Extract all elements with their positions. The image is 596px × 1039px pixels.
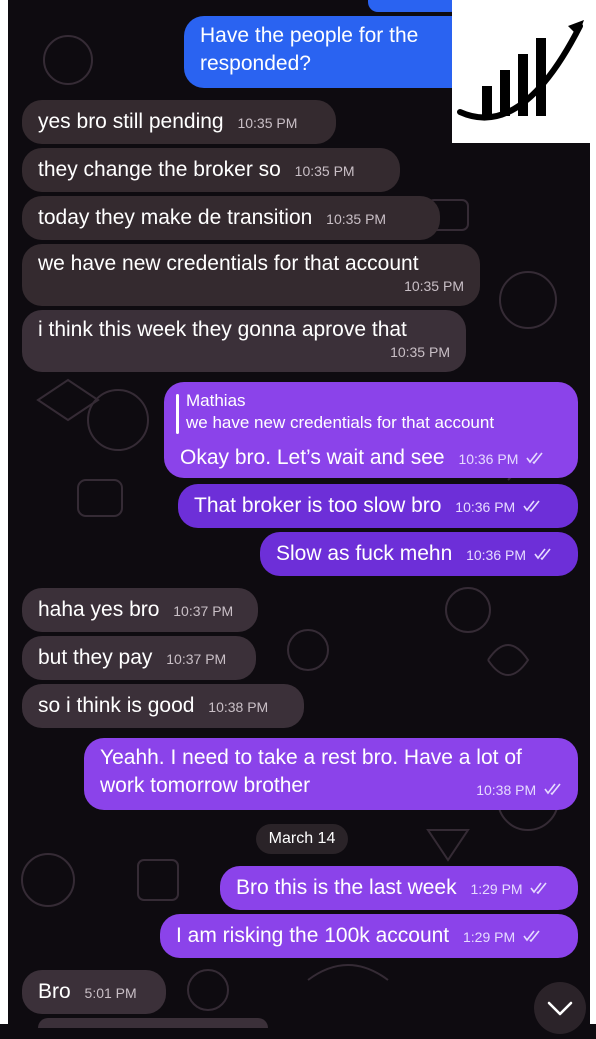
quoted-message[interactable]: Mathias we have new credentials for that… (186, 390, 494, 434)
message-text: Bro (38, 980, 71, 1003)
message-time: 10:35 PM (326, 211, 387, 227)
message-time: 10:36 PM (466, 547, 527, 563)
message-incoming-cut (38, 1018, 268, 1028)
message-outgoing[interactable]: Yeahh. I need to take a rest bro. Have a… (84, 738, 578, 810)
message-time: 1:29 PM (463, 929, 516, 945)
message-text: so i think is good (38, 694, 195, 717)
message-text-line2: responded? (200, 52, 311, 75)
message-time: 10:37 PM (173, 603, 234, 619)
message-text: Bro this is the last week (236, 876, 457, 899)
message-incoming[interactable]: but they pay 10:37 PM (22, 636, 256, 680)
date-separator: March 14 (256, 824, 348, 854)
quote-text: we have new credentials for that account (186, 413, 495, 432)
left-frame-border (0, 0, 8, 1024)
chat-thread: Have the people for the responded? yes b… (8, 0, 590, 1028)
right-frame-border (590, 0, 596, 1024)
message-time: 10:35 PM (404, 278, 464, 294)
message-incoming[interactable]: so i think is good 10:38 PM (22, 684, 304, 728)
message-outgoing[interactable]: Slow as fuck mehn 10:36 PM (260, 532, 578, 576)
message-text-line1: Yeahh. I need to take a rest bro. Have a… (100, 746, 522, 769)
scroll-to-bottom-button[interactable] (534, 982, 586, 1034)
message-time: 10:35 PM (294, 163, 355, 179)
message-outgoing[interactable]: That broker is too slow bro 10:36 PM (178, 484, 578, 528)
quote-author: Mathias (186, 391, 246, 410)
double-check-icon (534, 540, 552, 568)
chart-growth-icon (457, 20, 584, 121)
message-text: but they pay (38, 646, 153, 669)
message-time: 10:36 PM (458, 451, 519, 467)
message-outgoing[interactable]: I am risking the 100k account 1:29 PM (160, 914, 578, 958)
message-text: today they make de transition (38, 206, 313, 229)
message-text: i think this week they gonna aprove that (38, 318, 407, 341)
message-time: 10:37 PM (166, 651, 227, 667)
double-check-icon (530, 874, 548, 902)
message-text: Slow as fuck mehn (276, 542, 453, 565)
message-text: Okay bro. Let’s wait and see (180, 446, 445, 469)
chevron-down-icon (547, 1001, 573, 1016)
message-incoming[interactable]: i think this week they gonna aprove that… (22, 310, 466, 372)
growth-chart-logo (452, 0, 590, 143)
message-outgoing-reply[interactable]: Mathias we have new credentials for that… (164, 382, 578, 478)
message-text-line1: Have the people for the (200, 24, 419, 47)
message-time: 10:35 PM (390, 344, 450, 360)
message-incoming[interactable]: today they make de transition 10:35 PM (22, 196, 440, 240)
message-time: 1:29 PM (470, 881, 523, 897)
message-time: 10:36 PM (455, 499, 516, 515)
message-time: 10:38 PM (208, 699, 269, 715)
message-text: That broker is too slow bro (194, 494, 442, 517)
message-time: 10:35 PM (237, 115, 298, 131)
message-incoming[interactable]: haha yes bro 10:37 PM (22, 588, 258, 632)
message-incoming[interactable]: we have new credentials for that account… (22, 244, 480, 306)
double-check-icon (523, 492, 541, 520)
message-incoming[interactable]: Bro 5:01 PM (22, 970, 166, 1014)
message-text: I am risking the 100k account (176, 924, 450, 947)
message-text: we have new credentials for that account (38, 252, 419, 275)
message-text: they change the broker so (38, 158, 281, 181)
message-incoming[interactable]: they change the broker so 10:35 PM (22, 148, 400, 192)
double-check-icon (526, 444, 544, 472)
message-incoming[interactable]: yes bro still pending 10:35 PM (22, 100, 336, 144)
message-outgoing[interactable]: Have the people for the responded? (184, 16, 484, 88)
quote-bar (176, 394, 179, 434)
message-outgoing-cut (368, 0, 460, 12)
message-text: haha yes bro (38, 598, 160, 621)
double-check-icon (544, 775, 562, 803)
message-text: yes bro still pending (38, 110, 224, 133)
message-time: 5:01 PM (84, 985, 137, 1001)
message-outgoing[interactable]: Bro this is the last week 1:29 PM (220, 866, 578, 910)
double-check-icon (523, 922, 541, 950)
message-time: 10:38 PM (476, 782, 537, 798)
